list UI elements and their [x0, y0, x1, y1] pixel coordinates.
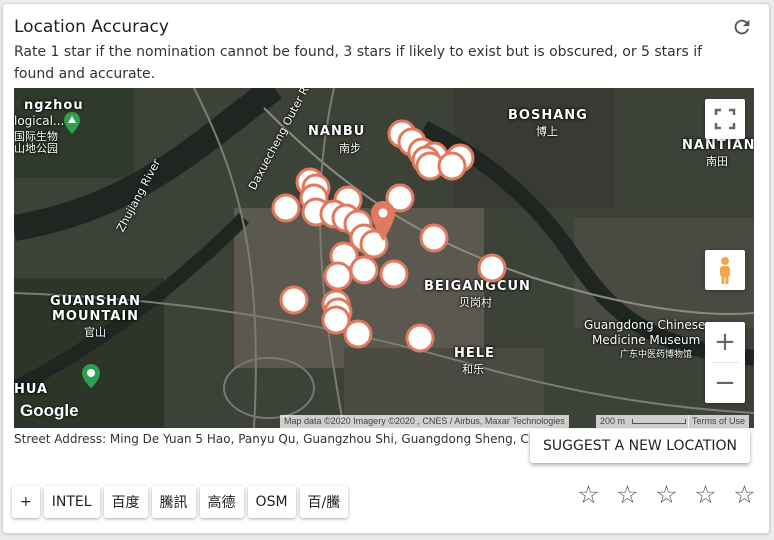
card-description: Rate 1 star if the nomination cannot be … — [14, 44, 703, 82]
portal-marker — [343, 319, 373, 349]
map-scale[interactable]: 200 m — [596, 415, 689, 428]
star-3[interactable]: ☆ — [647, 480, 686, 510]
google-logo: Google — [20, 401, 79, 420]
star-4[interactable]: ☆ — [686, 480, 725, 510]
source-button-baidu[interactable]: 百度 — [103, 486, 148, 518]
refresh-icon[interactable] — [731, 16, 753, 38]
street-view-button[interactable] — [705, 250, 745, 290]
fullscreen-icon — [714, 108, 736, 130]
fullscreen-button[interactable] — [705, 99, 745, 139]
nearby-portal-markers — [271, 119, 507, 353]
portal-marker — [405, 323, 435, 353]
star-1[interactable]: ☆ — [569, 480, 608, 510]
portal-marker — [379, 259, 409, 289]
portal-marker — [477, 253, 507, 283]
zoom-control: + − — [705, 322, 745, 403]
scale-bar — [631, 419, 686, 425]
street-address: Street Address: Ming De Yuan 5 Hao, Pany… — [14, 432, 555, 446]
map-scale-label: 200 m — [600, 416, 626, 426]
portal-marker — [271, 193, 301, 223]
card-title: Location Accuracy — [14, 17, 169, 37]
terms-of-use-link[interactable]: Terms of Use — [688, 415, 750, 428]
map-attribution: Map data ©2020 Imagery ©2020 , CNES / Ai… — [280, 415, 569, 428]
source-button-baidu-tencent[interactable]: 百/騰 — [299, 486, 349, 518]
portal-marker — [419, 223, 449, 253]
star-5[interactable]: ☆ — [725, 480, 764, 510]
pegman-icon — [720, 257, 730, 284]
zoom-in-button[interactable]: + — [705, 322, 745, 362]
star-2[interactable]: ☆ — [608, 480, 647, 510]
map-source-buttons: + INTEL 百度 騰訊 高德 OSM 百/騰 — [12, 486, 352, 518]
source-button-tencent[interactable]: 騰訊 — [151, 486, 196, 518]
portal-marker — [323, 261, 353, 291]
source-button-gaode[interactable]: 高德 — [199, 486, 244, 518]
portal-marker — [279, 285, 309, 315]
portal-marker — [437, 151, 467, 181]
satellite-map[interactable]: ngzhou logical... 国际生物 山地公园 NANBU 南步 BOS… — [14, 88, 754, 428]
source-button-intel[interactable]: INTEL — [43, 486, 100, 518]
star-rating: ☆ ☆ ☆ ☆ ☆ — [569, 480, 764, 510]
source-button-plus[interactable]: + — [12, 486, 40, 518]
location-accuracy-card: Location Accuracy Rate 1 star if the nom… — [2, 3, 770, 534]
source-button-osm[interactable]: OSM — [247, 486, 296, 518]
suggest-new-location-button[interactable]: SUGGEST A NEW LOCATION — [530, 429, 750, 463]
zoom-out-button[interactable]: − — [705, 363, 745, 403]
portal-marker — [349, 255, 379, 285]
location-pin-icon[interactable] — [371, 201, 395, 241]
